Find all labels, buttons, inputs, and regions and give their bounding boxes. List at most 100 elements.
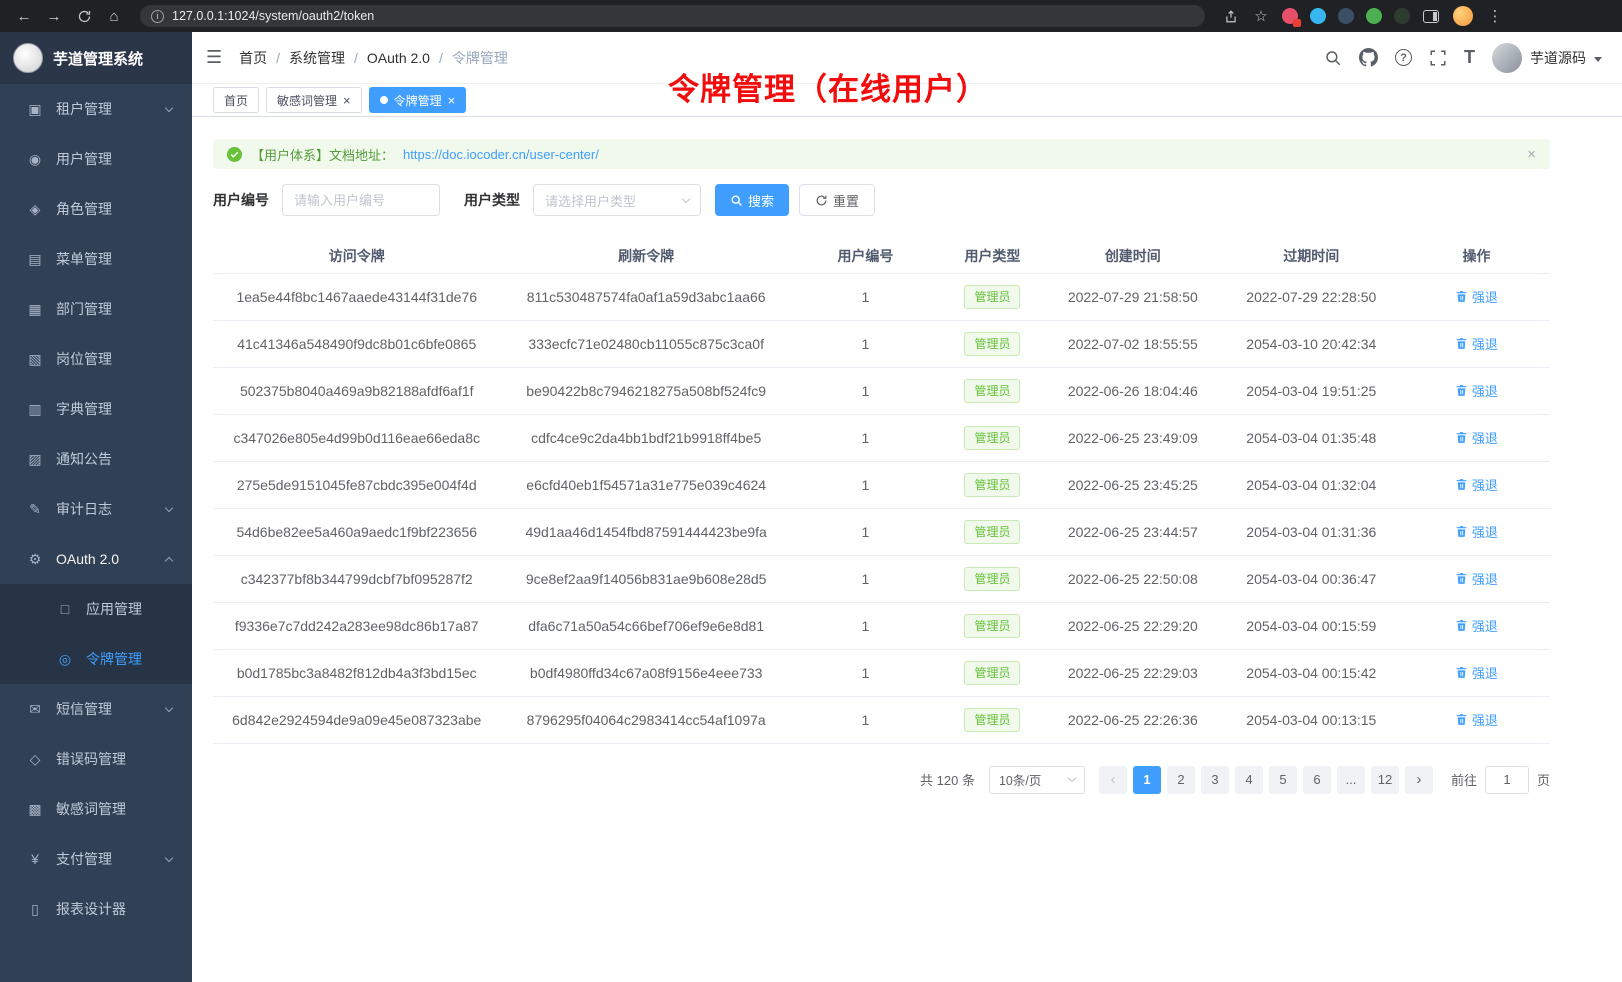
- dict-icon: ▥: [26, 401, 44, 418]
- user-menu[interactable]: 芋道源码: [1492, 43, 1602, 73]
- tab-token-manage[interactable]: 令牌管理 ×: [369, 87, 467, 113]
- goto-page-input[interactable]: [1485, 766, 1529, 794]
- force-logout-button[interactable]: 强退: [1455, 334, 1498, 353]
- user-id-label: 用户编号: [213, 190, 269, 210]
- page-button-1[interactable]: 1: [1133, 766, 1161, 794]
- delete-icon: [1455, 572, 1468, 585]
- page-ellipsis-button[interactable]: ...: [1337, 766, 1365, 794]
- force-logout-button[interactable]: 强退: [1455, 381, 1498, 400]
- extension-icon[interactable]: [1282, 8, 1298, 24]
- search-icon[interactable]: [1324, 49, 1342, 67]
- extension-icon[interactable]: [1310, 8, 1326, 24]
- create-time-cell: 2022-06-25 22:29:03: [1046, 649, 1220, 696]
- browser-profile-avatar[interactable]: [1453, 6, 1473, 26]
- breadcrumb-separator: /: [354, 50, 358, 66]
- back-icon[interactable]: ←: [12, 4, 36, 28]
- close-icon[interactable]: ×: [343, 94, 351, 107]
- reload-icon[interactable]: [72, 4, 96, 28]
- url-bar[interactable]: i 127.0.0.1:1024/system/oauth2/token: [140, 5, 1205, 27]
- help-icon[interactable]: ?: [1395, 49, 1412, 66]
- tab-home[interactable]: 首页: [213, 87, 259, 113]
- side-panel-icon[interactable]: [1423, 10, 1439, 23]
- force-logout-button[interactable]: 强退: [1455, 616, 1498, 635]
- sidebar-item-sms[interactable]: ✉ 短信管理: [0, 684, 192, 734]
- fullscreen-icon[interactable]: [1429, 49, 1447, 67]
- sidebar-item-user[interactable]: ◉ 用户管理: [0, 134, 192, 184]
- home-icon[interactable]: ⌂: [102, 4, 126, 28]
- sidebar-item-label: 租户管理: [56, 99, 154, 119]
- sidebar-item-payment[interactable]: ¥ 支付管理: [0, 834, 192, 884]
- font-size-icon[interactable]: T: [1464, 47, 1475, 68]
- info-icon[interactable]: i: [151, 10, 164, 23]
- sidebar-item-tenant[interactable]: ▣ 租户管理: [0, 84, 192, 134]
- force-logout-button[interactable]: 强退: [1455, 428, 1498, 447]
- app-logo[interactable]: 芋道管理系统: [0, 32, 192, 84]
- breadcrumb-item[interactable]: OAuth 2.0: [367, 50, 430, 66]
- user-type-select[interactable]: 请选择用户类型: [533, 184, 701, 216]
- page-button-4[interactable]: 4: [1235, 766, 1263, 794]
- sidebar-item-notice[interactable]: ▨ 通知公告: [0, 434, 192, 484]
- page-button-12[interactable]: 12: [1371, 766, 1399, 794]
- sidebar-item-oauth2[interactable]: ⚙ OAuth 2.0: [0, 534, 192, 584]
- search-button[interactable]: 搜索: [715, 184, 789, 216]
- col-actions: 操作: [1403, 239, 1550, 273]
- bookmark-star-icon[interactable]: ☆: [1249, 4, 1273, 28]
- force-logout-button[interactable]: 强退: [1455, 663, 1498, 682]
- sidebar-item-report-designer[interactable]: ▯ 报表设计器: [0, 884, 192, 934]
- browser-menu-icon[interactable]: ⋮: [1483, 4, 1507, 28]
- delete-icon: [1455, 431, 1468, 444]
- action-cell: 强退: [1403, 602, 1550, 649]
- reset-button[interactable]: 重置: [799, 184, 875, 216]
- access-token-cell: c347026e805e4d99b0d116eae66eda8c: [213, 414, 500, 461]
- user-id-input[interactable]: [282, 184, 440, 216]
- sidebar-item-app-manage[interactable]: □ 应用管理: [0, 584, 192, 634]
- create-time-cell: 2022-07-02 18:55:55: [1046, 320, 1220, 367]
- table-row: 41c41346a548490f9dc8b01c6bfe0865 333ecfc…: [213, 320, 1550, 367]
- page-button-3[interactable]: 3: [1201, 766, 1229, 794]
- page-button-5[interactable]: 5: [1269, 766, 1297, 794]
- force-logout-button[interactable]: 强退: [1455, 287, 1498, 306]
- expire-time-cell: 2054-03-04 01:31:36: [1220, 508, 1403, 555]
- force-logout-button[interactable]: 强退: [1455, 710, 1498, 729]
- extension-icon[interactable]: [1366, 8, 1382, 24]
- force-logout-button[interactable]: 强退: [1455, 522, 1498, 541]
- force-logout-button[interactable]: 强退: [1455, 475, 1498, 494]
- user-type-badge: 管理员: [964, 520, 1020, 544]
- user-id-cell: 1: [792, 461, 939, 508]
- page-button-2[interactable]: 2: [1167, 766, 1195, 794]
- expire-time-cell: 2022-07-29 22:28:50: [1220, 273, 1403, 320]
- sidebar-item-error-code[interactable]: ◇ 错误码管理: [0, 734, 192, 784]
- sidebar-item-menu[interactable]: ▤ 菜单管理: [0, 234, 192, 284]
- next-page-button[interactable]: ›: [1405, 766, 1433, 794]
- github-icon[interactable]: [1359, 48, 1378, 67]
- page-button-6[interactable]: 6: [1303, 766, 1331, 794]
- page-size-select[interactable]: 10条/页: [989, 766, 1085, 794]
- chevron-down-icon: [165, 103, 173, 111]
- user-type-badge: 管理员: [964, 379, 1020, 403]
- create-time-cell: 2022-06-25 22:50:08: [1046, 555, 1220, 602]
- tab-sensitive-word[interactable]: 敏感词管理 ×: [266, 87, 362, 113]
- sidebar-item-label: 用户管理: [56, 149, 176, 169]
- refresh-token-cell: e6cfd40eb1f54571a31e775e039c4624: [500, 461, 791, 508]
- prev-page-button[interactable]: ‹: [1099, 766, 1127, 794]
- sidebar-item-post[interactable]: ▧ 岗位管理: [0, 334, 192, 384]
- breadcrumb-item[interactable]: 系统管理: [289, 48, 345, 68]
- extension-icon[interactable]: [1338, 8, 1354, 24]
- col-access-token: 访问令牌: [213, 239, 500, 273]
- doc-link[interactable]: https://doc.iocoder.cn/user-center/: [403, 147, 599, 162]
- sidebar-item-audit-log[interactable]: ✎ 审计日志: [0, 484, 192, 534]
- sidebar-item-dict[interactable]: ▥ 字典管理: [0, 384, 192, 434]
- forward-icon[interactable]: →: [42, 4, 66, 28]
- close-icon[interactable]: ×: [448, 94, 456, 107]
- sidebar-item-token-manage[interactable]: ◎ 令牌管理: [0, 634, 192, 684]
- main-area: ☰ 首页 / 系统管理 / OAuth 2.0 / 令牌管理 ?: [192, 32, 1622, 982]
- sidebar-item-sensitive-word[interactable]: ▩ 敏感词管理: [0, 784, 192, 834]
- force-logout-button[interactable]: 强退: [1455, 569, 1498, 588]
- breadcrumb-item[interactable]: 首页: [239, 48, 267, 68]
- sidebar-item-role[interactable]: ◈ 角色管理: [0, 184, 192, 234]
- close-icon[interactable]: ×: [1527, 146, 1536, 163]
- sidebar-item-dept[interactable]: ▦ 部门管理: [0, 284, 192, 334]
- share-icon[interactable]: [1219, 4, 1243, 28]
- extension-icon[interactable]: [1394, 8, 1410, 24]
- hamburger-icon[interactable]: ☰: [206, 47, 222, 68]
